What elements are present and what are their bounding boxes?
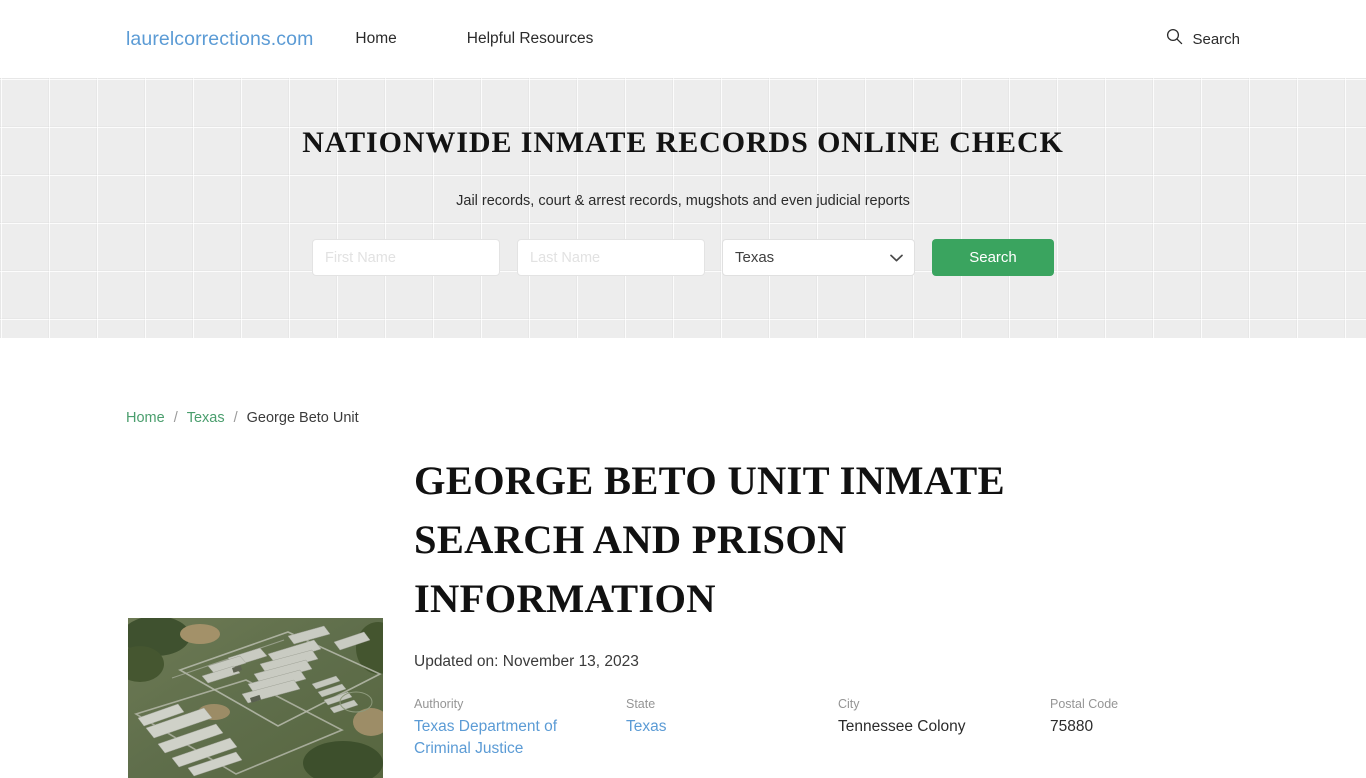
meta-value-city: Tennessee Colony [838,718,966,735]
meta-label-city: City [838,697,860,711]
breadcrumb-item-texas[interactable]: Texas [187,410,225,426]
meta-field-state: State Texas [626,697,838,760]
state-select[interactable]: Texas [722,239,915,276]
state-link[interactable]: Texas [626,718,667,735]
breadcrumb-separator: / [173,410,178,426]
main-content: Home / Texas / George Beto Unit GEORGE B… [0,338,1366,778]
page-title: George Beto Unit Inmate Search and Priso… [414,458,1005,621]
updated-date: Updated on: November 13, 2023 [414,653,639,670]
meta-field-postal-code: Postal Code 75880 [1050,697,1190,760]
breadcrumb-item-home[interactable]: Home [126,410,165,426]
header-search-label: Search [1192,30,1240,48]
state-select-wrapper: Texas [722,239,915,276]
first-name-input[interactable] [312,239,500,276]
breadcrumb-separator: / [233,410,238,426]
hero-search-submit-button[interactable]: Search [932,239,1054,276]
hero-title: NATIONWIDE INMATE RECORDS ONLINE CHECK [302,126,1064,159]
meta-value-postal-code: 75880 [1050,718,1094,735]
last-name-input[interactable] [517,239,705,276]
prison-aerial-photo [128,618,383,778]
hero-subtitle: Jail records, court & arrest records, mu… [456,193,910,209]
breadcrumb: Home / Texas / George Beto Unit [126,338,1240,426]
header-search-button[interactable]: Search [1166,28,1240,50]
meta-value-state: Texas [626,716,838,738]
meta-label-authority: Authority [414,697,464,711]
authority-link[interactable]: Texas Department of Criminal Justice [414,718,557,757]
primary-nav: Home Helpful Resources [355,30,593,48]
nav-item-helpful-resources[interactable]: Helpful Resources [467,30,594,48]
breadcrumb-item-current: George Beto Unit [246,410,359,426]
inmate-search-form: Texas Search [312,239,1054,276]
hero-section: NATIONWIDE INMATE RECORDS ONLINE CHECK J… [0,78,1366,338]
site-header: laurelcorrections.com Home Helpful Resou… [0,0,1366,78]
article-thumbnail-column [126,451,414,778]
article-header: George Beto Unit Inmate Search and Priso… [126,451,1240,778]
facility-meta-grid: Authority Texas Department of Criminal J… [414,697,1118,760]
nav-item-home[interactable]: Home [355,30,396,48]
meta-label-postal-code: Postal Code [1050,697,1119,711]
meta-field-authority: Authority Texas Department of Criminal J… [414,697,626,760]
meta-field-city: City Tennessee Colony [838,697,1050,760]
meta-value-authority: Texas Department of Criminal Justice [414,716,574,760]
article-text-column: George Beto Unit Inmate Search and Priso… [414,451,1240,760]
search-icon [1166,28,1183,50]
site-logo[interactable]: laurelcorrections.com [126,28,313,51]
meta-label-state: State [626,697,656,711]
